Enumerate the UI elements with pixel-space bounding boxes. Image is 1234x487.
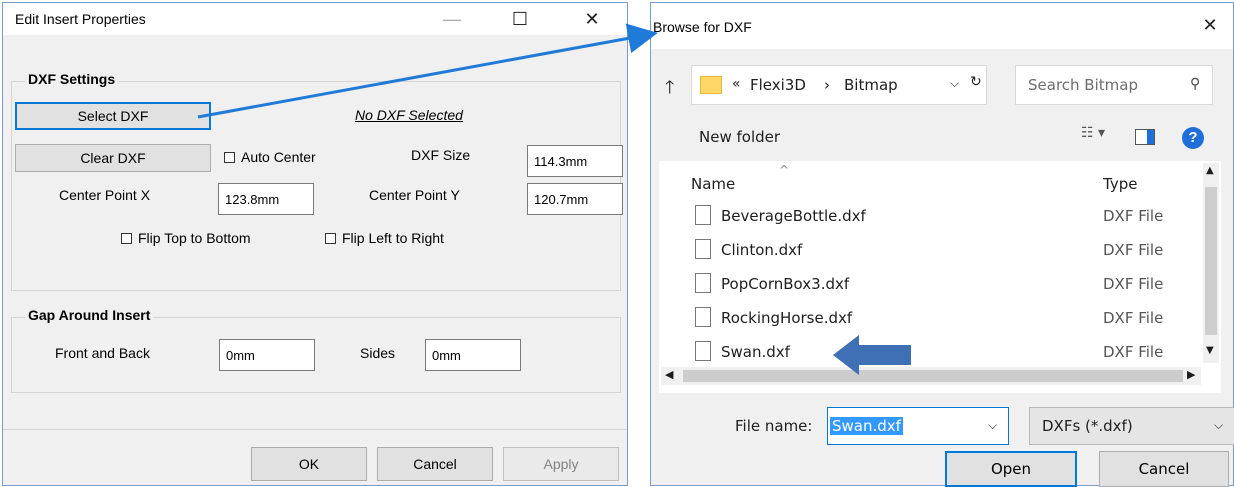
connector-arrow xyxy=(197,23,658,119)
